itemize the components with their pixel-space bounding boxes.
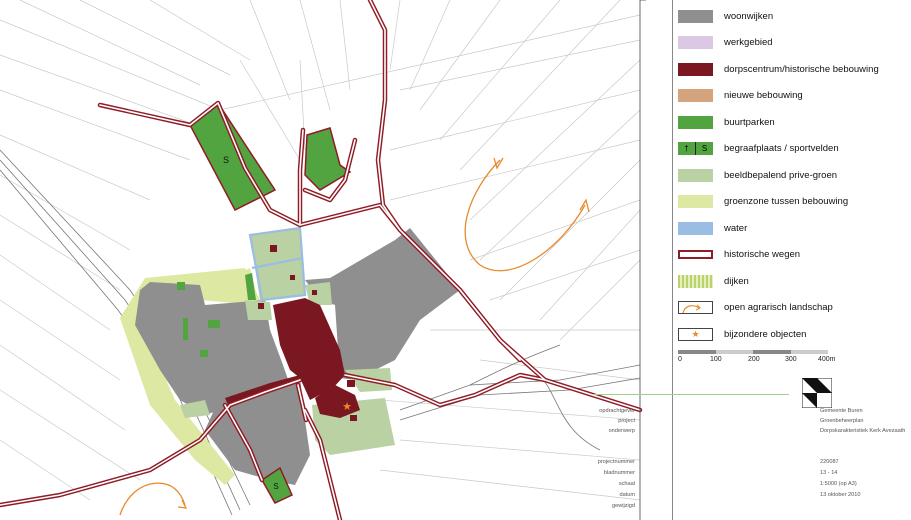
legend-item-water: water	[678, 218, 747, 238]
legend-item-woonwijken: woonwijken	[678, 6, 773, 26]
legend-swatch	[678, 9, 713, 23]
legend-left-border	[672, 0, 673, 520]
legend-swatch	[678, 88, 713, 102]
legend-label: bijzondere objecten	[724, 328, 807, 340]
field-value: 13 oktober 2010	[820, 492, 861, 498]
legend-item-werkgebied: werkgebied	[678, 32, 773, 52]
legend-item-open-landschap: open agrarisch landschap	[678, 297, 833, 317]
legend-item-dorpscentrum: dorpscentrum/historische bebouwing	[678, 59, 879, 79]
dike-swatch	[678, 274, 713, 288]
cross-icon: †	[678, 141, 696, 155]
special-object-star: ★	[342, 401, 352, 413]
field-value: Dorpskarakteristiek Kerk Avezaath	[820, 428, 906, 434]
park-label-north: S	[223, 155, 229, 165]
company-logo	[802, 378, 832, 408]
scale-bar-segments	[678, 350, 828, 354]
scale-tick: 400m	[818, 356, 836, 363]
field-value: 220087	[820, 459, 839, 465]
field-value: 1:5000 (op A3)	[820, 481, 857, 487]
field-value: Gemeente Buren	[820, 408, 863, 414]
legend-swatch	[678, 221, 713, 235]
field-key: datum	[619, 492, 635, 498]
scale-tick: 300	[785, 356, 797, 363]
legend-swatch	[678, 194, 713, 208]
legend-item-begraafplaats: † S begraafplaats / sportvelden	[678, 138, 839, 158]
legend-label: groenzone tussen bebouwing	[724, 195, 849, 207]
map-frame	[639, 0, 646, 520]
scale-tick: 100	[710, 356, 722, 363]
legend-swatch	[678, 115, 713, 129]
legend-item-bijzondere-objecten: ★ bijzondere objecten	[678, 324, 806, 344]
legend-panel: woonwijken werkgebied dorpscentrum/histo…	[594, 0, 911, 520]
field-key: bladnummer	[603, 470, 635, 476]
field-key: gewijzigd	[611, 503, 635, 509]
field-key: project	[618, 418, 635, 424]
legend-label: buurtparken	[724, 116, 775, 128]
scale-bar: 0 100 200 300 400m	[678, 350, 836, 363]
legend-label: werkgebied	[724, 36, 773, 48]
legend-item-historische-wegen: historische wegen	[678, 244, 800, 264]
legend-label: nieuwe bebouwing	[724, 89, 803, 101]
field-key: projectnummer	[597, 459, 635, 465]
legend-swatch	[678, 168, 713, 182]
cemetery-swatch: † S	[678, 141, 713, 155]
field-key: opdrachtgever	[599, 408, 635, 414]
legend-item-buurtparken: buurtparken	[678, 112, 775, 132]
field-value: 13 - 14	[820, 470, 838, 476]
legend-label: water	[724, 222, 748, 234]
star-icon: ★	[678, 327, 713, 341]
legend-item-groenzone: groenzone tussen bebouwing	[678, 191, 848, 211]
arrow-swatch	[678, 300, 713, 314]
sports-icon: S	[701, 143, 708, 153]
legend-label: woonwijken	[724, 10, 774, 22]
legend-label: dorpscentrum/historische bebouwing	[724, 63, 879, 75]
field-key: schaal	[618, 481, 635, 487]
field-key: onderwerp	[608, 428, 635, 434]
field-value: Groenbeheerplan	[820, 418, 864, 424]
road-swatch	[678, 249, 713, 259]
legend-swatch	[678, 35, 713, 49]
legend-item-nieuwe-bebouwing: nieuwe bebouwing	[678, 85, 803, 105]
legend-swatch	[678, 62, 713, 76]
curved-arrow-icon	[682, 304, 701, 313]
legend-label: dijken	[724, 275, 749, 287]
legend-label: historische wegen	[724, 248, 801, 260]
scale-tick: 200	[748, 356, 760, 363]
legend-label: begraafplaats / sportvelden	[724, 142, 839, 154]
legend-item-prive-groen: beeldbepalend prive-groen	[678, 165, 837, 185]
historic-roads	[0, 0, 643, 520]
scale-tick: 0	[678, 356, 682, 363]
legend-label: beeldbepalend prive-groen	[724, 169, 838, 181]
legend-label: open agrarisch landschap	[724, 301, 833, 313]
park-label-south: S	[273, 482, 278, 491]
legend-item-dijken: dijken	[678, 271, 749, 291]
divider-line	[594, 394, 789, 395]
